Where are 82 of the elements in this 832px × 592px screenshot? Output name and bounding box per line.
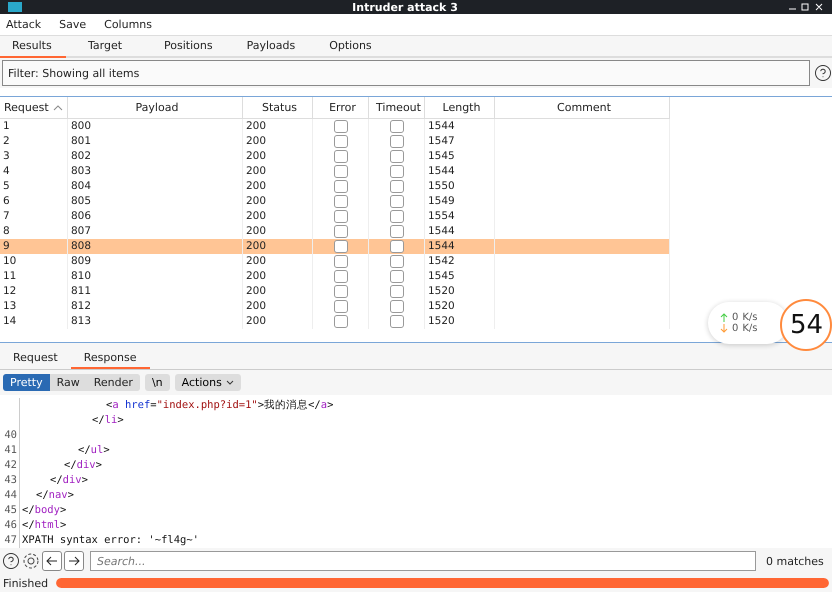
settings-icon[interactable] [22,552,40,570]
code-line: <a href="index.php?id=1">我的消息</a> [106,398,334,413]
checkbox[interactable] [390,225,404,238]
line-number: 42 [0,458,20,473]
match-count: 0 matches [766,554,825,568]
caret-icon [226,380,234,385]
code-line: </body> [22,503,66,518]
code-line: </div> [64,458,102,473]
line-number: 41 [0,443,20,458]
filter-bar[interactable]: Filter: Showing all items [2,60,810,86]
checkbox[interactable] [334,270,348,283]
code-line: </li> [92,413,124,428]
next-button[interactable] [64,551,84,571]
checkbox[interactable] [334,315,348,328]
checkbox[interactable] [334,210,348,223]
line-number: 45 [0,503,20,518]
table-cell: 813 [68,314,243,329]
checkbox[interactable] [334,285,348,298]
checkbox[interactable] [390,300,404,313]
window-controls-icon[interactable] [788,3,824,11]
code-line: </ul> [78,443,110,458]
tab[interactable]: Payloads [234,36,308,58]
checkbox[interactable] [334,255,348,268]
checkbox[interactable] [334,180,348,193]
checkbox[interactable] [334,165,348,178]
code-line: </html> [22,518,66,533]
help-icon[interactable] [2,552,20,570]
checkbox[interactable] [390,165,404,178]
tab[interactable]: Positions [152,36,225,58]
tab[interactable]: Target [76,36,142,58]
checkbox[interactable] [334,225,348,238]
line-number: 43 [0,473,20,488]
checkbox[interactable] [390,240,404,253]
checkbox[interactable] [390,255,404,268]
checkbox[interactable] [390,195,404,208]
help-icon[interactable] [814,64,832,82]
checkbox[interactable] [334,135,348,148]
score-circle: 54 [780,299,832,351]
table-cell: 1520 [425,314,495,329]
code-line: XPATH syntax error: '~fl4g~' [22,533,200,548]
menu-item[interactable]: Save [59,18,86,31]
checkbox[interactable] [390,210,404,223]
checkbox[interactable] [334,120,348,133]
tab[interactable]: Request [0,348,71,369]
code-line: </nav> [36,488,74,503]
menu-item[interactable]: Columns [104,18,152,31]
checkbox[interactable] [390,315,404,328]
window-title: Intruder attack 3 [351,0,459,14]
menu-item[interactable]: Attack [6,18,42,31]
newline-button[interactable]: \n [144,374,170,391]
line-number: 40 [0,428,20,443]
status-text: Finished [3,576,48,590]
code-line: </div> [50,473,88,488]
checkbox[interactable] [390,135,404,148]
checkbox[interactable] [390,120,404,133]
checkbox[interactable] [334,150,348,163]
view-mode-button[interactable]: Pretty [3,374,50,391]
line-number: 44 [0,488,20,503]
tab[interactable]: Options [317,36,384,58]
checkbox[interactable] [334,240,348,253]
previous-button[interactable] [42,551,62,571]
speed-unit: K/s [742,312,758,323]
arrow-left-icon [46,556,58,566]
download-speed: 0 [732,323,738,334]
upload-speed: 0 [732,312,738,323]
table-cell: 14 [0,314,68,329]
table-cell: 200 [243,314,313,329]
checkbox[interactable] [334,300,348,313]
table-row[interactable]: 9 808 200 1544 [0,239,670,254]
arrow-up-icon [720,313,728,322]
speed-unit: K/s [742,323,758,334]
checkbox[interactable] [390,270,404,283]
checkbox[interactable] [334,195,348,208]
arrow-down-icon [720,324,728,333]
app-icon [8,2,22,12]
actions-button[interactable]: Actions [174,374,241,391]
line-number: 46 [0,518,20,533]
checkbox[interactable] [390,150,404,163]
checkbox[interactable] [390,180,404,193]
arrow-right-icon [68,556,80,566]
checkbox[interactable] [390,285,404,298]
search-field[interactable]: Search... [90,551,756,571]
